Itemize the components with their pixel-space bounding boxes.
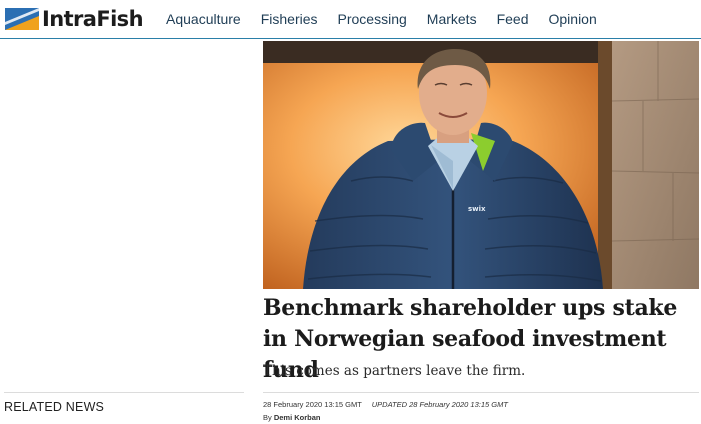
fish-logo-icon [5,8,39,30]
nav-item-processing[interactable]: Processing [338,11,407,27]
brand-name: IntraFish [42,7,144,31]
article-hero-image: swix [263,41,699,289]
site-header: IntraFish Aquaculture Fisheries Processi… [0,0,701,39]
sidebar-divider [4,392,244,393]
author-link[interactable]: Demi Korban [274,413,321,422]
article-byline: By Demi Korban [263,413,321,422]
portrait-photo: swix [263,41,699,289]
jacket-logo: swix [468,205,486,213]
byline-prefix: By [263,413,274,422]
published-date: 28 February 2020 13:15 GMT [263,400,362,409]
article-dateline: 28 February 2020 13:15 GMT UPDATED 28 Fe… [263,400,508,409]
nav-item-markets[interactable]: Markets [427,11,477,27]
main-nav: Aquaculture Fisheries Processing Markets… [166,11,617,27]
nav-item-feed[interactable]: Feed [497,11,529,27]
related-news-heading: RELATED NEWS [4,400,105,414]
updated-date: UPDATED 28 February 2020 13:15 GMT [371,400,508,409]
site-logo[interactable]: IntraFish [5,6,144,32]
nav-item-fisheries[interactable]: Fisheries [261,11,318,27]
nav-item-aquaculture[interactable]: Aquaculture [166,11,241,27]
article-subheadline: This comes as partners leave the firm. [263,363,526,379]
article-divider [263,392,699,393]
nav-item-opinion[interactable]: Opinion [549,11,597,27]
